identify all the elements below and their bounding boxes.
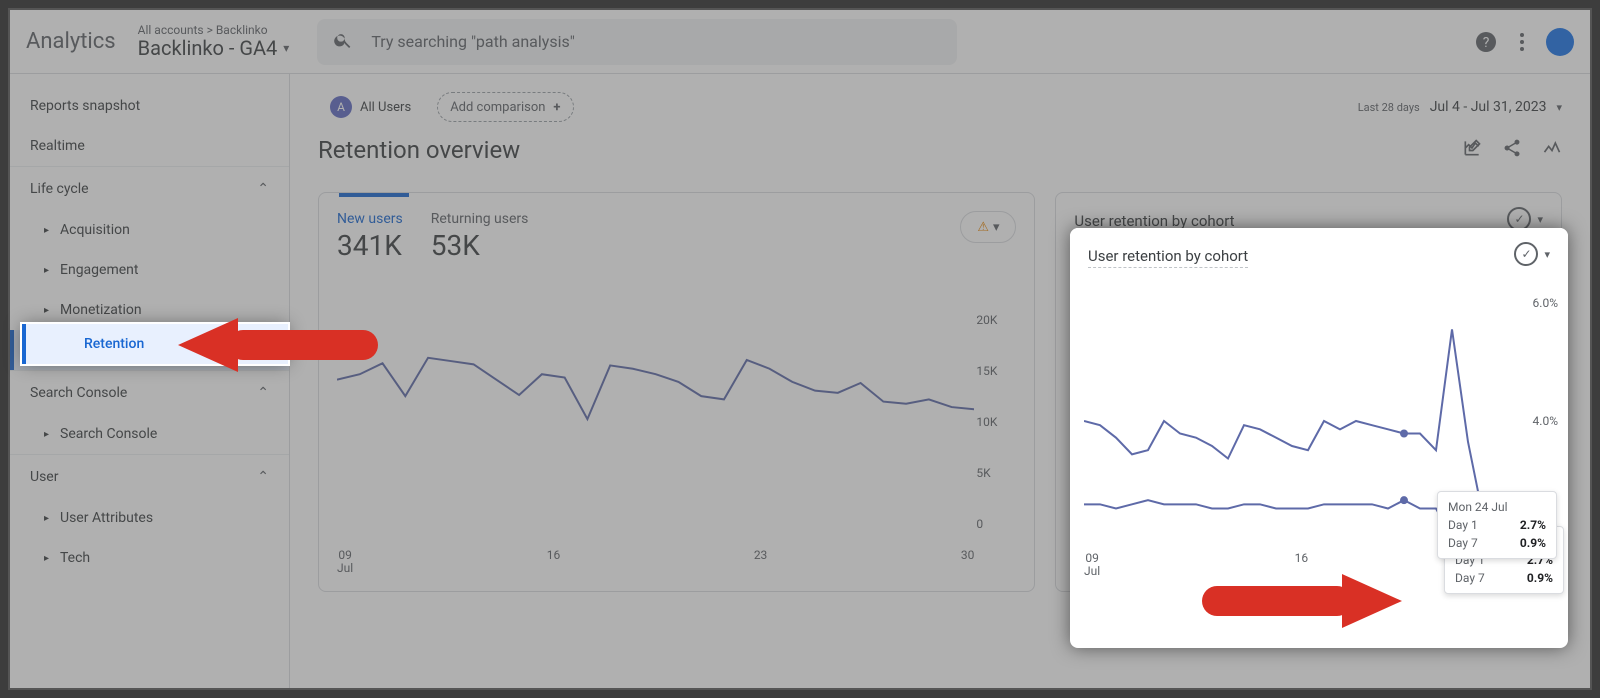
segment-avatar-icon: A bbox=[330, 96, 352, 118]
active-tab-indicator bbox=[339, 193, 409, 197]
date-range-picker[interactable]: Last 28 days Jul 4 - Jul 31, 2023 ▾ bbox=[1358, 99, 1562, 115]
users-chart-xaxis: 09Jul162330 bbox=[337, 549, 974, 575]
sidebar-section-search-console[interactable]: Search Console⌃ bbox=[10, 370, 289, 414]
sidebar-item-search-console[interactable]: Search Console bbox=[10, 414, 289, 454]
kpi-card: New users 341K Returning users 53K ⚠ ▾ 2… bbox=[318, 192, 1035, 592]
chevron-up-icon: ⌃ bbox=[257, 181, 269, 197]
add-comparison-button[interactable]: Add comparison + bbox=[437, 92, 573, 122]
property-switcher[interactable]: Backlinko - GA4 ▾ bbox=[138, 37, 290, 59]
sidebar-section-user[interactable]: User⌃ bbox=[10, 454, 289, 498]
avatar[interactable] bbox=[1546, 28, 1574, 56]
more-icon[interactable] bbox=[1520, 33, 1524, 51]
caret-down-icon: ▾ bbox=[283, 42, 289, 55]
kpi-tab-returning-users[interactable]: Returning users 53K bbox=[431, 211, 529, 262]
share-icon[interactable] bbox=[1502, 138, 1522, 162]
sidebar-item-reports-snapshot[interactable]: Reports snapshot bbox=[10, 86, 289, 126]
highlight-cohort-card: User retention by cohort ✓ ▾ 6.0%4.0%2.0… bbox=[1070, 228, 1568, 648]
plus-icon: + bbox=[553, 100, 560, 115]
cohort-chart bbox=[1084, 296, 1484, 546]
sidebar: Reports snapshot Realtime Life cycle⌃ Ac… bbox=[10, 74, 290, 688]
sidebar-item-tech[interactable]: Tech bbox=[10, 538, 289, 578]
cohort-tooltip: Mon 24 Jul Day 12.7% Day 70.9% bbox=[1437, 491, 1557, 559]
users-chart bbox=[337, 303, 974, 522]
warning-icon: ⚠ bbox=[977, 220, 989, 235]
users-chart-yaxis: 20K15K10K5K0 bbox=[976, 313, 1016, 531]
page-title: Retention overview bbox=[318, 136, 520, 164]
cohort-card: User retention by cohort ✓ ▾ 6.0%4.0%2.0… bbox=[1070, 228, 1568, 628]
sidebar-item-user-attributes[interactable]: User Attributes bbox=[10, 498, 289, 538]
caret-down-icon: ▾ bbox=[1537, 213, 1543, 226]
insights-icon[interactable] bbox=[1542, 138, 1562, 162]
cohort-card-title: User retention by cohort bbox=[1088, 247, 1248, 268]
highlight-retention: Retention bbox=[22, 324, 288, 364]
search-placeholder: Try searching "path analysis" bbox=[371, 32, 575, 51]
sidebar-section-life-cycle[interactable]: Life cycle⌃ bbox=[10, 166, 289, 210]
svg-text:?: ? bbox=[1483, 35, 1490, 51]
search-icon bbox=[333, 30, 353, 54]
kpi-tab-new-users[interactable]: New users 341K bbox=[337, 211, 403, 262]
property-name: Backlinko - GA4 bbox=[138, 37, 278, 59]
check-icon: ✓ bbox=[1514, 242, 1538, 266]
caret-down-icon: ▾ bbox=[1556, 101, 1562, 114]
customize-icon[interactable] bbox=[1462, 138, 1482, 162]
search-input[interactable]: Try searching "path analysis" bbox=[317, 19, 957, 65]
segment-all-users[interactable]: A All Users bbox=[318, 92, 423, 122]
help-icon[interactable]: ? bbox=[1474, 30, 1498, 54]
caret-down-icon: ▾ bbox=[993, 220, 1000, 235]
chevron-up-icon: ⌃ bbox=[257, 469, 269, 485]
caret-down-icon: ▾ bbox=[1544, 248, 1550, 261]
data-quality-menu[interactable]: ✓ ▾ bbox=[1514, 242, 1550, 266]
sidebar-item-realtime[interactable]: Realtime bbox=[10, 126, 289, 166]
app-header: Analytics All accounts > Backlinko Backl… bbox=[10, 10, 1590, 74]
chevron-up-icon: ⌃ bbox=[257, 385, 269, 401]
sidebar-item-engagement[interactable]: Engagement bbox=[10, 250, 289, 290]
sidebar-item-acquisition[interactable]: Acquisition bbox=[10, 210, 289, 250]
app-title: Analytics bbox=[26, 29, 116, 54]
anomaly-menu[interactable]: ⚠ ▾ bbox=[960, 211, 1016, 243]
